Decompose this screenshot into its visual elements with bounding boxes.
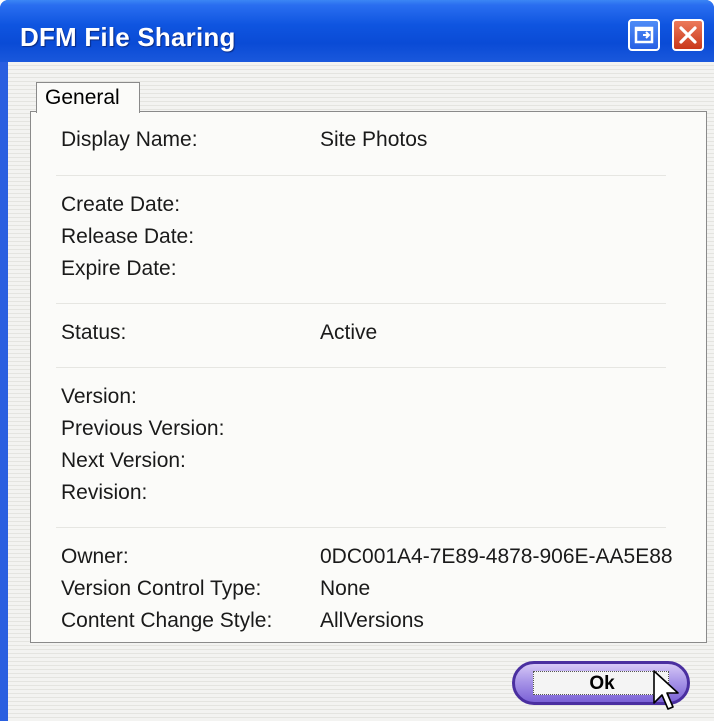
- separator: [56, 527, 666, 528]
- title-bar[interactable]: DFM File Sharing: [0, 0, 714, 62]
- separator: [56, 303, 666, 304]
- create-date-label: Create Date:: [61, 193, 181, 216]
- dialog-window: DFM File Sharing General Display Name: S…: [0, 0, 714, 721]
- separator: [56, 367, 666, 368]
- status-label: Status:: [61, 321, 127, 344]
- restore-icon: [634, 26, 654, 44]
- release-date-label: Release Date:: [61, 225, 195, 248]
- content-change-style-value: AllVersions: [320, 609, 424, 632]
- expire-date-label: Expire Date:: [61, 257, 177, 280]
- mouse-cursor-icon: [653, 670, 679, 710]
- tab-general-label: General: [45, 86, 120, 109]
- close-icon: [679, 26, 697, 44]
- content-change-style-label: Content Change Style:: [61, 609, 273, 632]
- separator: [56, 175, 666, 176]
- window-title: DFM File Sharing: [20, 22, 236, 52]
- revision-label: Revision:: [61, 481, 148, 504]
- next-version-label: Next Version:: [61, 449, 186, 472]
- display-name-label: Display Name:: [61, 128, 198, 151]
- version-control-type-label: Version Control Type:: [61, 577, 262, 600]
- owner-label: Owner:: [61, 545, 129, 568]
- ok-focus-rect: Ok: [533, 671, 669, 695]
- display-name-value: Site Photos: [320, 128, 428, 151]
- tab-general[interactable]: General: [36, 82, 140, 113]
- owner-value: 0DC001A4-7E89-4878-906E-AA5E88: [320, 545, 673, 568]
- ok-button-label: Ok: [589, 673, 615, 694]
- status-value: Active: [320, 321, 378, 344]
- version-control-type-value: None: [320, 577, 371, 600]
- close-button[interactable]: [672, 19, 704, 51]
- restore-button[interactable]: [628, 19, 660, 51]
- previous-version-label: Previous Version:: [61, 417, 225, 440]
- version-label: Version:: [61, 385, 137, 408]
